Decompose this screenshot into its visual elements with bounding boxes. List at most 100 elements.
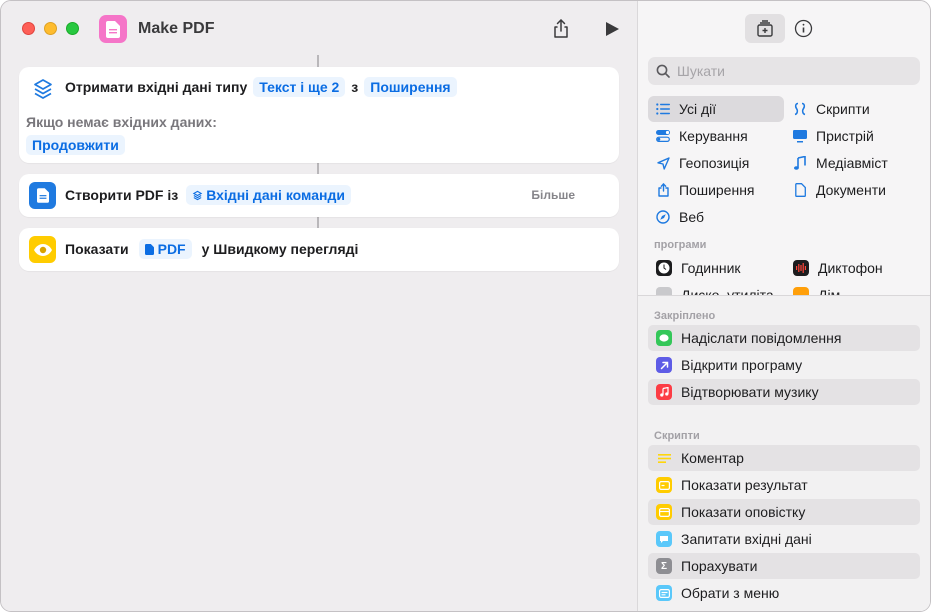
apps-section-label: програми bbox=[654, 239, 707, 251]
comment-icon bbox=[656, 450, 672, 466]
more-button[interactable]: Більше bbox=[531, 188, 575, 202]
category-sharing[interactable]: Поширення bbox=[648, 177, 784, 203]
script-item-show-result[interactable]: Показати результат bbox=[648, 472, 920, 498]
app-item-home[interactable]: Дім bbox=[793, 283, 840, 295]
token-label: PDF bbox=[157, 241, 186, 257]
pinned-section-label: Закріплено bbox=[654, 310, 716, 322]
item-label: Відтворювати музику bbox=[681, 384, 819, 400]
action-library-button[interactable] bbox=[745, 14, 785, 43]
script-item-comment[interactable]: Коментар bbox=[648, 445, 920, 471]
display-icon bbox=[793, 129, 807, 143]
document-icon bbox=[144, 243, 154, 255]
action-card-make-pdf[interactable]: Створити PDF із Вхідні дані команди Біль… bbox=[19, 174, 619, 217]
library-add-icon bbox=[757, 19, 773, 37]
item-label: Відкрити програму bbox=[681, 357, 803, 373]
shortcut-title[interactable]: Make PDF bbox=[138, 20, 214, 38]
zoom-window-button[interactable] bbox=[66, 22, 79, 35]
search-icon bbox=[656, 64, 670, 78]
play-icon[interactable] bbox=[604, 21, 620, 37]
category-device[interactable]: Пристрій bbox=[785, 123, 921, 149]
item-label: Обрати з меню bbox=[681, 585, 780, 601]
category-label: Поширення bbox=[679, 182, 755, 198]
no-input-row: Продовжити bbox=[20, 135, 131, 155]
info-icon[interactable] bbox=[794, 19, 813, 38]
compass-icon bbox=[656, 210, 670, 224]
item-label: Надіслати повідомлення bbox=[681, 330, 842, 346]
flow-connector bbox=[317, 217, 319, 228]
item-label: Коментар bbox=[681, 450, 744, 466]
category-label: Медіавміст bbox=[816, 155, 888, 171]
input-types-token[interactable]: Текст і ще 2 bbox=[253, 77, 346, 97]
search-input[interactable] bbox=[677, 63, 897, 79]
category-label: Скрипти bbox=[816, 101, 870, 117]
category-label: Документи bbox=[816, 182, 886, 198]
action-label: Показати bbox=[65, 241, 129, 257]
token-label: Вхідні дані команди bbox=[206, 187, 345, 203]
action-label: Створити PDF із bbox=[65, 187, 179, 203]
script-item-show-alert[interactable]: Показати оповістку bbox=[648, 499, 920, 525]
item-label: Показати результат bbox=[681, 477, 808, 493]
shortcut-input-token[interactable]: Вхідні дані команди bbox=[186, 185, 351, 205]
category-label: Керування bbox=[679, 128, 748, 144]
action-library-sidebar: Усі дії Скрипти Керування Пристрій Геопо… bbox=[637, 1, 930, 611]
alert-icon bbox=[656, 504, 672, 520]
category-location[interactable]: Геопозиція bbox=[648, 150, 784, 176]
action-row: Створити PDF із Вхідні дані команди bbox=[65, 185, 357, 205]
ask-icon bbox=[656, 531, 672, 547]
category-controls[interactable]: Керування bbox=[648, 123, 784, 149]
action-card-quick-look[interactable]: Показати PDF у Швидкому перегляді bbox=[19, 228, 619, 271]
script-item-ask-input[interactable]: Запитати вхідні дані bbox=[648, 526, 920, 552]
close-window-button[interactable] bbox=[22, 22, 35, 35]
category-all-actions[interactable]: Усі дії bbox=[648, 96, 784, 122]
search-field[interactable] bbox=[648, 57, 920, 85]
from-label: з bbox=[351, 79, 359, 95]
stack-icon bbox=[29, 75, 56, 102]
app-label: Диско. утиліта bbox=[681, 287, 774, 295]
location-icon bbox=[656, 156, 670, 170]
category-web[interactable]: Веб bbox=[648, 204, 784, 230]
scripting-icon bbox=[793, 102, 807, 116]
category-scripting[interactable]: Скрипти bbox=[785, 96, 921, 122]
share-icon bbox=[656, 183, 670, 197]
flow-connector bbox=[317, 163, 319, 174]
input-source-token[interactable]: Поширення bbox=[364, 77, 457, 97]
document-icon bbox=[793, 183, 807, 197]
item-label: Запитати вхідні дані bbox=[681, 531, 812, 547]
home-icon bbox=[793, 287, 809, 295]
pinned-item-open-app[interactable]: Відкрити програму bbox=[648, 352, 920, 378]
category-documents[interactable]: Документи bbox=[785, 177, 921, 203]
music-icon bbox=[656, 384, 672, 400]
app-label: Дім bbox=[818, 287, 841, 295]
share-icon[interactable] bbox=[550, 18, 572, 40]
suggestions-list: Закріплено Надіслати повідомлення Відкри… bbox=[638, 296, 930, 611]
category-label: Пристрій bbox=[816, 128, 874, 144]
action-row: Показати PDF у Швидкому перегляді bbox=[65, 239, 358, 259]
document-icon bbox=[29, 182, 56, 209]
apps-clipped-row: Диско. утиліта Дім bbox=[638, 281, 930, 295]
pdf-token[interactable]: PDF bbox=[138, 239, 192, 259]
arrow-icon bbox=[656, 357, 672, 373]
action-row: Отримати вхідні дані типу Текст і ще 2 з… bbox=[65, 77, 463, 97]
no-input-label: Якщо немає вхідних даних: bbox=[26, 114, 217, 130]
shortcut-editor: Make PDF Отримати вхідні дані типу Текст… bbox=[1, 1, 637, 611]
eye-icon bbox=[29, 236, 56, 263]
pinned-item-send-message[interactable]: Надіслати повідомлення bbox=[648, 325, 920, 351]
item-label: Показати оповістку bbox=[681, 504, 806, 520]
continue-token[interactable]: Продовжити bbox=[26, 135, 125, 155]
minimize-window-button[interactable] bbox=[44, 22, 57, 35]
voice-memos-icon bbox=[793, 260, 809, 276]
action-label: Отримати вхідні дані типу bbox=[65, 79, 248, 95]
stack-icon bbox=[192, 190, 203, 200]
document-icon[interactable] bbox=[99, 15, 127, 43]
script-item-choose-from-menu[interactable]: Обрати з меню bbox=[648, 580, 920, 606]
toggle-icon bbox=[656, 129, 670, 143]
category-media[interactable]: Медіавміст bbox=[785, 150, 921, 176]
app-item-clock[interactable]: Годинник bbox=[656, 256, 741, 280]
action-suffix: у Швидкому перегляді bbox=[201, 241, 359, 257]
app-item-disk-utility[interactable]: Диско. утиліта bbox=[656, 283, 774, 295]
app-item-voice-memos[interactable]: Диктофон bbox=[793, 256, 883, 280]
script-item-calculate[interactable]: Σ Порахувати bbox=[648, 553, 920, 579]
pinned-item-play-music[interactable]: Відтворювати музику bbox=[648, 379, 920, 405]
shortcuts-window: Make PDF Отримати вхідні дані типу Текст… bbox=[0, 0, 931, 612]
action-card-get-input[interactable]: Отримати вхідні дані типу Текст і ще 2 з… bbox=[19, 67, 619, 163]
